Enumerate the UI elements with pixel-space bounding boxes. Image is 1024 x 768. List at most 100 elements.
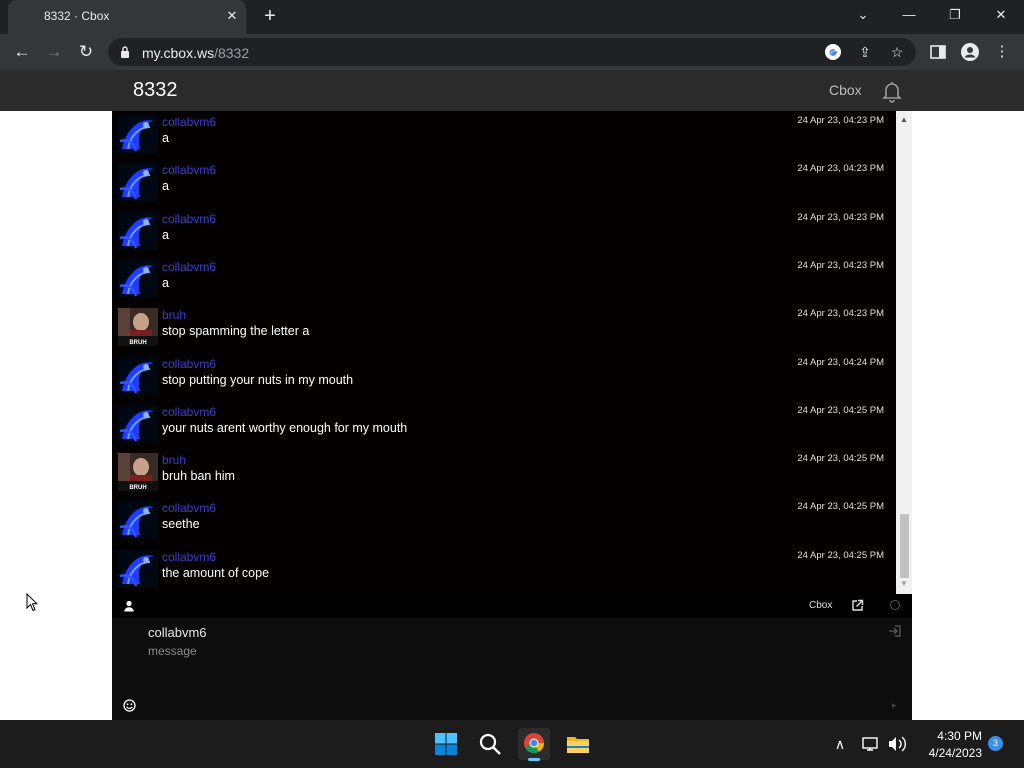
profile-icon[interactable] [960, 42, 980, 62]
post-form: ▸ [112, 618, 912, 720]
network-icon[interactable] [860, 728, 882, 760]
browser-tab-strip: 8332 · Cbox ✕ + ⌄ — ❐ ✕ [0, 0, 1024, 34]
tab-title: 8332 · Cbox [44, 9, 110, 23]
windows-start-icon[interactable] [430, 728, 462, 760]
avatar[interactable]: BRUH [118, 453, 158, 492]
avatar[interactable] [118, 549, 158, 588]
chat-message: collabvm6 seethe 24 Apr 23, 04:25 PM [112, 501, 896, 549]
message-text: your nuts arent worthy enough for my mou… [162, 420, 408, 435]
message-text: a [162, 227, 169, 242]
clock-date[interactable]: 4/24/2023 [910, 746, 982, 760]
address-bar[interactable]: my.cbox.ws/8332 ⇪ ☆ [108, 38, 916, 66]
menu-dots-icon[interactable]: ⋮ [992, 42, 1012, 62]
avatar[interactable]: BRUH [118, 308, 158, 347]
browser-tab[interactable]: 8332 · Cbox ✕ [8, 0, 246, 34]
message-username[interactable]: collabvm6 [162, 115, 216, 129]
message-username[interactable]: collabvm6 [162, 212, 216, 226]
chat-message: BRUH bruh bruh ban him 24 Apr 23, 04:25 PM [112, 453, 896, 501]
popout-icon[interactable] [851, 599, 864, 612]
chat-message: BRUH bruh stop spamming the letter a 24 Apr… [112, 308, 896, 356]
chat-message: collabvm6 stop putting your nuts in my mo… [112, 356, 896, 405]
login-icon[interactable] [888, 624, 902, 638]
brand-label[interactable]: Cbox [829, 82, 862, 98]
taskbar: ∧ 4:30 PM 4/24/2023 3 [0, 720, 1024, 768]
message-timestamp: 24 Apr 23, 04:25 PM [797, 404, 884, 416]
clock-time[interactable]: 4:30 PM [920, 729, 982, 743]
avatar[interactable] [118, 404, 158, 443]
message-input[interactable] [148, 644, 878, 704]
bell-icon[interactable] [880, 79, 904, 103]
new-tab-icon[interactable]: + [260, 6, 280, 26]
scroll-down-icon[interactable]: ▼ [896, 579, 912, 589]
tab-search-icon[interactable]: ⌄ [848, 6, 878, 24]
avatar[interactable] [118, 501, 158, 540]
message-timestamp: 24 Apr 23, 04:24 PM [797, 356, 884, 368]
restore-icon[interactable]: ❐ [940, 6, 970, 24]
message-username[interactable]: collabvm6 [162, 550, 216, 564]
avatar[interactable] [118, 163, 158, 202]
message-username[interactable]: collabvm6 [162, 357, 216, 371]
message-username[interactable]: bruh [162, 453, 186, 467]
chat-message: collabvm6 a 24 Apr 23, 04:23 PM [112, 211, 896, 260]
message-timestamp: 24 Apr 23, 04:25 PM [797, 501, 884, 513]
avatar[interactable] [118, 211, 158, 250]
bookmark-star-icon[interactable]: ☆ [888, 43, 906, 61]
avatar[interactable] [118, 259, 158, 298]
message-timestamp: 24 Apr 23, 04:25 PM [797, 453, 884, 465]
chat-message: collabvm6 a 24 Apr 23, 04:23 PM [112, 163, 896, 211]
window-close-icon[interactable]: ✕ [986, 6, 1016, 24]
status-circle-icon[interactable] [890, 600, 900, 610]
message-username[interactable]: collabvm6 [162, 260, 216, 274]
user-icon[interactable] [123, 600, 135, 612]
emoji-icon[interactable] [123, 699, 136, 712]
message-username[interactable]: collabvm6 [162, 163, 216, 177]
reload-icon[interactable]: ↻ [74, 41, 98, 63]
message-text: stop putting your nuts in my mouth [162, 372, 354, 387]
active-app-indicator [528, 758, 540, 761]
browser-toolbar: ← → ↻ my.cbox.ws/8332 ⇪ ☆ ⋮ [0, 34, 1024, 70]
chat-message: collabvm6 your nuts arent worthy enough f… [112, 404, 896, 453]
chat-message-list[interactable]: collabvm6 a 24 Apr 23, 04:23 PM collabvm6 a 2… [112, 111, 912, 594]
message-text: a [162, 131, 169, 145]
send-icon[interactable]: ▸ [892, 700, 897, 711]
name-input[interactable] [148, 622, 848, 642]
message-timestamp: 24 Apr 23, 04:23 PM [797, 115, 884, 126]
scrollbar-thumb[interactable] [900, 514, 909, 578]
tab-close-icon[interactable]: ✕ [224, 8, 240, 24]
message-text: a [162, 275, 169, 290]
avatar[interactable] [118, 356, 158, 395]
share-icon[interactable]: ⇪ [856, 43, 874, 61]
message-username[interactable]: bruh [162, 308, 186, 322]
notification-badge[interactable]: 3 [988, 736, 1003, 751]
search-icon[interactable] [474, 728, 506, 760]
site-header: 8332 Cbox [0, 70, 1024, 111]
avatar[interactable] [118, 115, 158, 153]
message-timestamp: 24 Apr 23, 04:23 PM [797, 308, 884, 320]
cbox-link[interactable]: Cbox [809, 600, 832, 611]
message-text: seethe [162, 517, 200, 532]
message-timestamp: 24 Apr 23, 04:23 PM [797, 259, 884, 271]
scroll-up-icon[interactable]: ▲ [896, 115, 912, 125]
message-text: a [162, 179, 169, 194]
message-username[interactable]: collabvm6 [162, 405, 216, 419]
svg-text:BRUH: BRUH [129, 485, 146, 491]
volume-icon[interactable] [886, 728, 908, 760]
back-icon[interactable]: ← [10, 41, 34, 63]
tray-chevron-icon[interactable]: ∧ [832, 734, 848, 754]
lock-icon[interactable] [120, 45, 130, 59]
side-panel-icon[interactable] [928, 42, 948, 62]
chrome-taskbar-button[interactable] [518, 728, 550, 761]
message-text: bruh ban him [162, 469, 235, 484]
forward-icon[interactable]: → [42, 41, 66, 63]
chat-scrollbar[interactable]: ▲ ▼ [896, 111, 912, 594]
chat-message: collabvm6 the amount of cope 24 Apr 23, 04… [112, 549, 896, 594]
file-explorer-icon[interactable] [562, 728, 594, 760]
message-text: stop spamming the letter a [162, 324, 310, 339]
minimize-icon[interactable]: — [894, 6, 924, 24]
google-icon[interactable] [824, 43, 842, 61]
message-username[interactable]: collabvm6 [162, 501, 216, 515]
chat-message: collabvm6 a 24 Apr 23, 04:23 PM [112, 259, 896, 308]
message-timestamp: 24 Apr 23, 04:23 PM [797, 163, 884, 175]
svg-text:BRUH: BRUH [129, 340, 146, 346]
url-text[interactable]: my.cbox.ws/8332 [142, 45, 249, 61]
